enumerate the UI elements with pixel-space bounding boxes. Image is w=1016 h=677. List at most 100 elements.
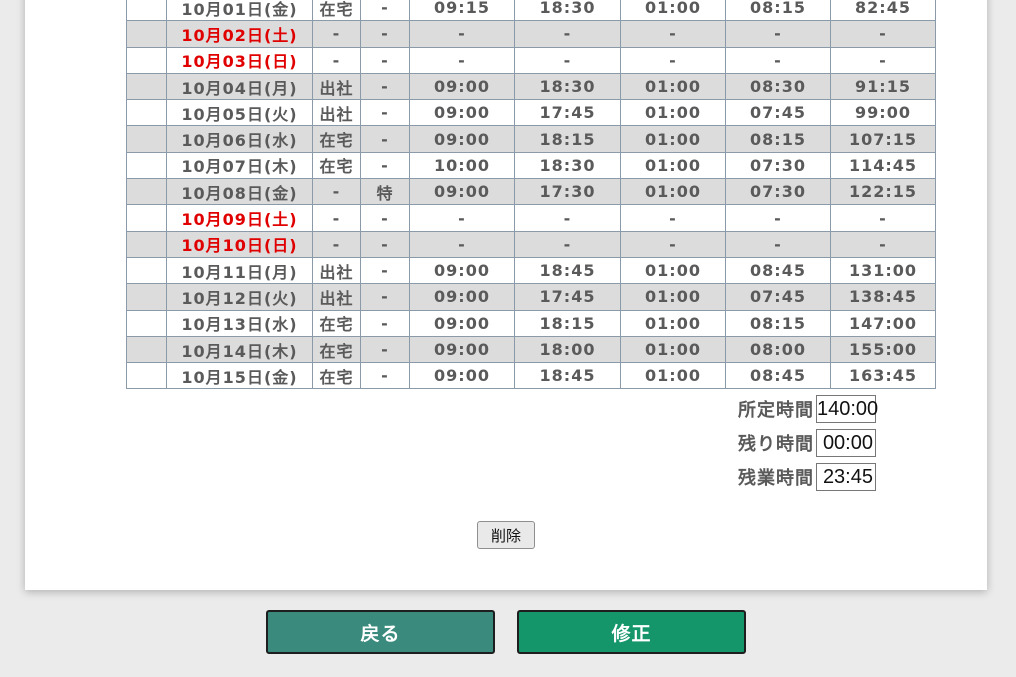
cumulative-hours-cell: - xyxy=(830,204,936,232)
row-select-cell xyxy=(126,0,167,22)
work-location-cell: - xyxy=(312,178,361,206)
table-row[interactable]: 10月11日(月) 出社 -09:00 18:45 01:00 08:45 131:00 xyxy=(126,256,936,285)
start-time-cell: 09:00 xyxy=(409,362,515,390)
end-time-cell: 18:30 xyxy=(514,0,621,22)
table-row[interactable]: 10月07日(木) 在宅 -10:00 18:30 01:00 07:30 114:45 xyxy=(126,151,936,180)
totals-panel: 所定時間 140:00 残り時間 00:00 残業時間 23:45 xyxy=(738,392,878,494)
work-location-cell: 出社 xyxy=(312,256,361,285)
table-row[interactable]: 10月01日(金) 在宅 -09:15 18:30 01:00 08:15 82:45 xyxy=(126,0,936,22)
edit-button[interactable]: 修正 xyxy=(517,610,746,654)
table-row[interactable]: 10月05日(火) 出社 -09:00 17:45 01:00 07:45 99:00 xyxy=(126,99,936,127)
cumulative-hours-cell: 82:45 xyxy=(830,0,936,22)
cumulative-hours-cell: - xyxy=(830,230,936,258)
break-time-cell: - xyxy=(620,230,726,258)
start-time-cell: 09:00 xyxy=(409,178,515,206)
table-row[interactable]: 10月03日(日) - - - - - - - xyxy=(126,46,936,74)
date-cell: 10月14日(木) xyxy=(166,335,313,364)
scheduled-hours-label: 所定時間 xyxy=(738,400,814,421)
break-time-cell: 01:00 xyxy=(620,151,726,180)
remaining-hours-field[interactable]: 00:00 xyxy=(816,429,876,457)
end-time-cell: 18:15 xyxy=(514,309,621,337)
table-row[interactable]: 10月09日(土) - - - - - - - xyxy=(126,204,936,232)
cumulative-hours-cell: 114:45 xyxy=(830,151,936,180)
work-hours-cell: - xyxy=(725,20,831,48)
row-select-cell xyxy=(126,230,167,258)
special-flag-cell: - xyxy=(360,46,410,74)
cumulative-hours-cell: 147:00 xyxy=(830,309,936,337)
overtime-hours-field[interactable]: 23:45 xyxy=(816,463,876,491)
row-select-cell xyxy=(126,72,167,101)
start-time-cell: 09:00 xyxy=(409,256,515,285)
table-row[interactable]: 10月04日(月) 出社 -09:00 18:30 01:00 08:30 91:15 xyxy=(126,72,936,101)
work-hours-cell: 08:15 xyxy=(725,309,831,337)
table-row[interactable]: 10月13日(水) 在宅 -09:00 18:15 01:00 08:15 147:00 xyxy=(126,309,936,337)
attendance-table: 10月01日(金) 在宅 -09:15 18:30 01:00 08:15 82:45 10月… xyxy=(126,0,936,390)
table-row[interactable]: 10月15日(金) 在宅 -09:00 18:45 01:00 08:45 163:45 xyxy=(126,362,936,390)
end-time-cell: 18:00 xyxy=(514,335,621,364)
break-time-cell: 01:00 xyxy=(620,283,726,311)
start-time-cell: 09:00 xyxy=(409,125,515,153)
table-row[interactable]: 10月12日(火) 出社 -09:00 17:45 01:00 07:45 138:45 xyxy=(126,283,936,311)
cumulative-hours-cell: - xyxy=(830,20,936,48)
overtime-hours-label: 残業時間 xyxy=(738,468,814,489)
work-hours-cell: 08:30 xyxy=(725,72,831,101)
back-button[interactable]: 戻る xyxy=(266,610,495,654)
end-time-cell: - xyxy=(514,46,621,74)
table-row[interactable]: 10月14日(木) 在宅 -09:00 18:00 01:00 08:00 155:00 xyxy=(126,335,936,364)
work-hours-cell: - xyxy=(725,46,831,74)
row-select-cell xyxy=(126,125,167,153)
delete-button[interactable]: 削除 xyxy=(477,521,535,549)
table-row[interactable]: 10月08日(金) - 特 09:00 17:30 01:00 07:30 122:15 xyxy=(126,178,936,206)
work-location-cell: 出社 xyxy=(312,72,361,101)
special-flag-cell: - xyxy=(360,335,410,364)
row-select-cell xyxy=(126,362,167,390)
end-time-cell: - xyxy=(514,230,621,258)
date-cell: 10月09日(土) xyxy=(166,204,313,232)
work-location-cell: 在宅 xyxy=(312,335,361,364)
table-row[interactable]: 10月10日(日) - - - - - - - xyxy=(126,230,936,258)
date-cell: 10月10日(日) xyxy=(166,230,313,258)
work-location-cell: 在宅 xyxy=(312,151,361,180)
cumulative-hours-cell: 99:00 xyxy=(830,99,936,127)
start-time-cell: 09:00 xyxy=(409,72,515,101)
end-time-cell: 17:45 xyxy=(514,283,621,311)
scheduled-hours-field[interactable]: 140:00 xyxy=(816,395,878,423)
break-time-cell: - xyxy=(620,204,726,232)
start-time-cell: - xyxy=(409,20,515,48)
cumulative-hours-cell: 107:15 xyxy=(830,125,936,153)
work-location-cell: 在宅 xyxy=(312,0,361,22)
end-time-cell: 18:45 xyxy=(514,362,621,390)
break-time-cell: 01:00 xyxy=(620,309,726,337)
work-hours-cell: 08:00 xyxy=(725,335,831,364)
row-select-cell xyxy=(126,20,167,48)
date-cell: 10月07日(木) xyxy=(166,151,313,180)
end-time-cell: 17:30 xyxy=(514,178,621,206)
work-location-cell: - xyxy=(312,20,361,48)
work-location-cell: - xyxy=(312,204,361,232)
end-time-cell: 18:30 xyxy=(514,72,621,101)
special-flag-cell: - xyxy=(360,309,410,337)
end-time-cell: 18:15 xyxy=(514,125,621,153)
row-select-cell xyxy=(126,309,167,337)
start-time-cell: 09:00 xyxy=(409,309,515,337)
special-flag-cell: - xyxy=(360,99,410,127)
break-time-cell: 01:00 xyxy=(620,178,726,206)
table-row[interactable]: 10月02日(土) - - - - - - - xyxy=(126,20,936,48)
end-time-cell: 18:30 xyxy=(514,151,621,180)
cumulative-hours-cell: 131:00 xyxy=(830,256,936,285)
break-time-cell: 01:00 xyxy=(620,362,726,390)
break-time-cell: 01:00 xyxy=(620,99,726,127)
start-time-cell: 09:00 xyxy=(409,99,515,127)
special-flag-cell: - xyxy=(360,362,410,390)
row-select-cell xyxy=(126,283,167,311)
date-cell: 10月01日(金) xyxy=(166,0,313,22)
break-time-cell: 01:00 xyxy=(620,335,726,364)
work-location-cell: 在宅 xyxy=(312,309,361,337)
work-hours-cell: 08:15 xyxy=(725,125,831,153)
table-row[interactable]: 10月06日(水) 在宅 -09:00 18:15 01:00 08:15 107:15 xyxy=(126,125,936,153)
start-time-cell: 09:00 xyxy=(409,335,515,364)
remaining-hours-row: 残り時間 00:00 xyxy=(738,426,876,460)
special-flag-cell: 特 xyxy=(360,178,410,206)
cumulative-hours-cell: 138:45 xyxy=(830,283,936,311)
break-time-cell: 01:00 xyxy=(620,0,726,22)
